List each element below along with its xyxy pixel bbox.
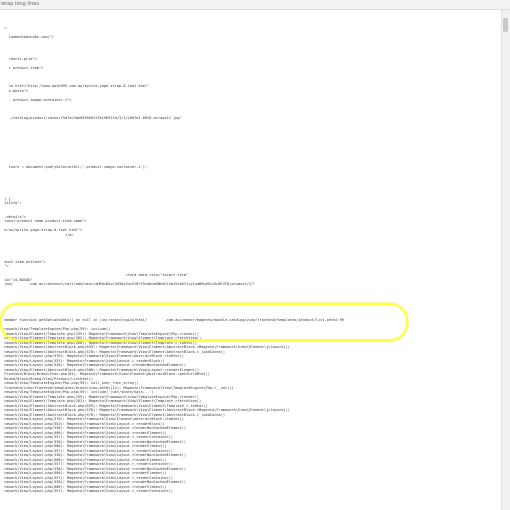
line-wrap-label[interactable]: wrap long lines: [1, 1, 39, 7]
view-source-toolbar: wrap long lines: [0, 0, 510, 10]
source-line: =: [0, 25, 7, 30]
source-line: s-photo">: [0, 88, 29, 93]
vertical-scrollbar[interactable]: [501, 10, 510, 510]
source-line: - product-image-container-1">: [0, 97, 72, 102]
source-line: ./catalog/product/cache/f5d7ec3ae0926b5f…: [0, 115, 182, 120]
source-line: member function getOptionsData() on null…: [0, 318, 345, 322]
scrollbar-thumb[interactable]: [503, 18, 508, 32]
source-line: </a>: [0, 232, 74, 237]
page-source-view: = lwebentomindke.com/") rducts-grid"> r …: [0, 12, 500, 508]
source-line: lass="product name product-item-name">: [0, 219, 87, 223]
source-line: /mo/ .com.au/checkout/cart/add/uenc/aHR0…: [0, 282, 256, 286]
source-line: ctInfo";: [0, 201, 22, 205]
source-line: lwebentomindke.com/"): [0, 34, 55, 39]
source-line: ">: [0, 264, 9, 268]
source-line: r product-item">: [0, 66, 44, 70]
source-line: nework/View/Layout.php(557): Magento\Fra…: [0, 489, 174, 493]
source-line: rducts-grid">: [0, 57, 37, 61]
source-line: iners = document.querySelectorAll('.prod…: [0, 165, 148, 169]
